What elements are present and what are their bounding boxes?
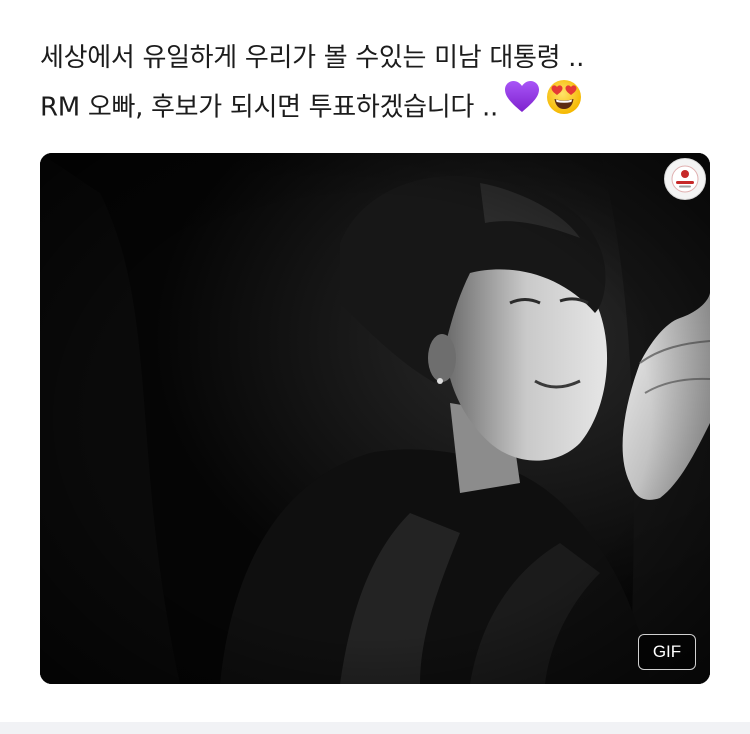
section-divider (0, 722, 750, 734)
gif-badge-button[interactable]: GIF (638, 634, 696, 670)
purple-heart-icon (504, 80, 540, 130)
gif-media[interactable]: GIF (40, 153, 710, 684)
post-text-line-1: 세상에서 유일하게 우리가 볼 수있는 미남 대통령 .. (40, 43, 585, 73)
post-text-line-2-text: RM 오빠, 후보가 되시면 투표하겠습니다 .. (40, 92, 498, 123)
gif-photo (40, 153, 710, 684)
post-text-line-2: RM 오빠, 후보가 되시면 투표하겠습니다 .. (40, 79, 720, 134)
watermark-logo (664, 158, 706, 200)
heart-eyes-face-icon (546, 79, 582, 131)
post-text: 세상에서 유일하게 우리가 볼 수있는 미남 대통령 .. RM 오빠, 후보가… (40, 34, 720, 134)
